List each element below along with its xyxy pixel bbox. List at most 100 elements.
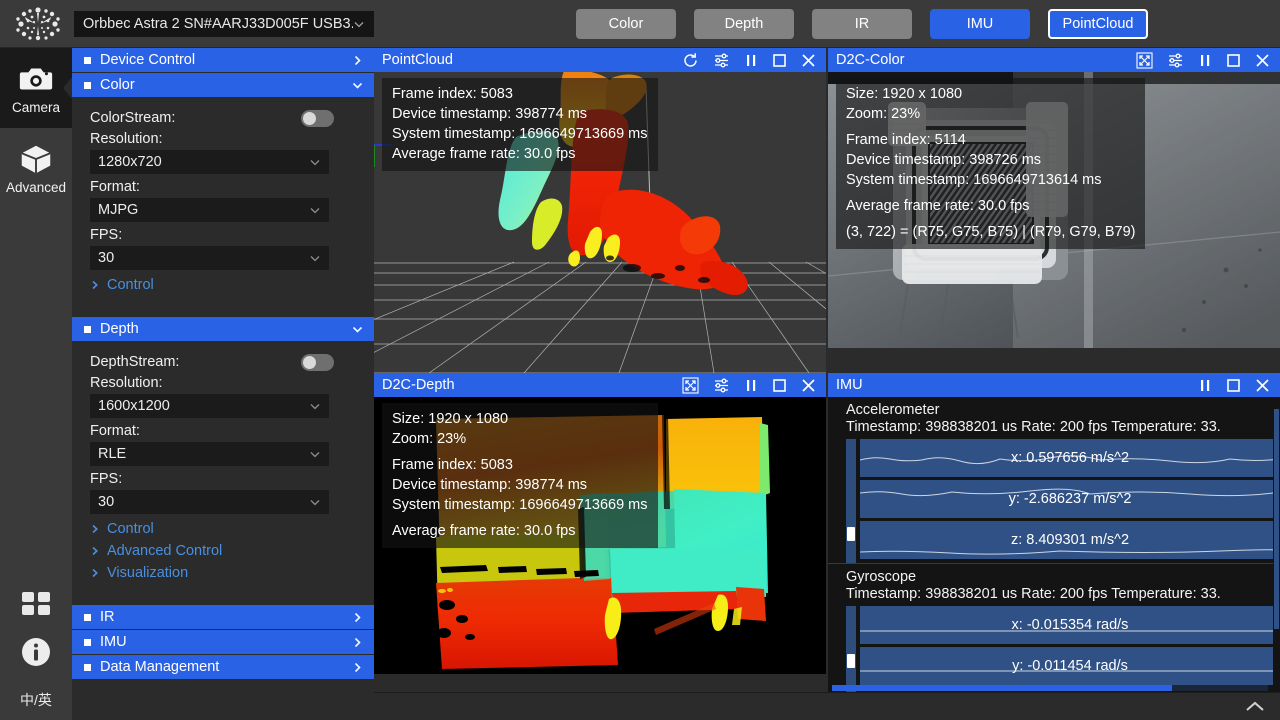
settings-sliders-icon[interactable] bbox=[1167, 52, 1184, 69]
cube-icon bbox=[17, 142, 55, 176]
depth-advanced-control-link[interactable]: Advanced Control bbox=[72, 540, 374, 562]
close-icon[interactable] bbox=[801, 378, 816, 393]
scrollbar-handle[interactable] bbox=[847, 527, 855, 541]
color-format-select[interactable]: MJPG bbox=[90, 198, 329, 222]
pause-icon[interactable] bbox=[1198, 378, 1212, 393]
close-icon[interactable] bbox=[1255, 378, 1270, 393]
close-icon[interactable] bbox=[801, 53, 816, 68]
section-data-management-label: Data Management bbox=[100, 659, 351, 675]
rail-item-camera[interactable]: Camera bbox=[0, 48, 72, 128]
depth-stream-toggle[interactable] bbox=[301, 354, 334, 371]
grid-apps-icon[interactable] bbox=[19, 588, 53, 618]
imu-accelerometer-title: Accelerometer bbox=[828, 402, 1280, 419]
section-ir-label: IR bbox=[100, 609, 351, 625]
device-selector-value: Orbbec Astra 2 SN#AARJ33D005F USB3.0 bbox=[83, 16, 353, 32]
section-color-body: ColorStream: Resolution: 1280x720 Format… bbox=[72, 98, 374, 306]
panel-d2c-color-title: D2C-Color bbox=[836, 52, 1136, 68]
maximize-icon[interactable] bbox=[1226, 378, 1241, 393]
imu-accel-y-label: y: -2.686237 m/s^2 bbox=[860, 491, 1280, 507]
stream-button-imu[interactable]: IMU bbox=[930, 9, 1030, 39]
section-depth-body: DepthStream: Resolution: 1600x1200 Forma… bbox=[72, 342, 374, 594]
panel-d2c-depth-body[interactable]: Size: 1920 x 1080 Zoom: 23% Frame index:… bbox=[374, 397, 826, 674]
panel-imu-icons bbox=[1198, 378, 1274, 393]
depth-format-value: RLE bbox=[98, 446, 309, 462]
imu-accelerometer-scrollbar[interactable] bbox=[846, 439, 856, 563]
imu-horizontal-scrollbar[interactable] bbox=[832, 685, 1268, 691]
depth-resolution-value: 1600x1200 bbox=[98, 398, 309, 414]
device-selector[interactable]: Orbbec Astra 2 SN#AARJ33D005F USB3.0 bbox=[74, 11, 374, 37]
imu-accel-z-label: z: 8.409301 m/s^2 bbox=[860, 532, 1280, 548]
maximize-icon[interactable] bbox=[772, 378, 787, 393]
stream-button-pointcloud[interactable]: PointCloud bbox=[1048, 9, 1148, 39]
imu-accelerometer-charts: x: 0.597656 m/s^2 y: -2.686237 m/s^2 z: … bbox=[846, 439, 1280, 563]
stream-button-depth[interactable]: Depth bbox=[694, 9, 794, 39]
imu-vertical-scrollbar[interactable] bbox=[1273, 397, 1280, 693]
depth-control-link[interactable]: Control bbox=[72, 518, 374, 540]
color-fps-value: 30 bbox=[98, 250, 309, 266]
section-device-control[interactable]: Device Control bbox=[72, 48, 374, 72]
color-control-link[interactable]: Control bbox=[72, 274, 374, 296]
rail-item-advanced[interactable]: Advanced bbox=[0, 128, 72, 208]
section-imu-label: IMU bbox=[100, 634, 351, 650]
section-color[interactable]: Color bbox=[72, 73, 374, 97]
color-stream-toggle[interactable] bbox=[301, 110, 334, 127]
panel-imu-body: Accelerometer Timestamp: 398838201 us Ra… bbox=[828, 397, 1280, 693]
depth-control-link-label: Control bbox=[107, 521, 154, 537]
close-icon[interactable] bbox=[1255, 53, 1270, 68]
imu-accelerometer-section: Accelerometer Timestamp: 398838201 us Ra… bbox=[828, 397, 1280, 563]
depth-format-label: Format: bbox=[72, 422, 374, 440]
panel-d2c-color-body[interactable]: Size: 1920 x 1080 Zoom: 23% Frame index:… bbox=[828, 72, 1280, 348]
depth-resolution-select[interactable]: 1600x1200 bbox=[90, 394, 329, 418]
chevron-up-icon[interactable] bbox=[1244, 700, 1266, 714]
color-format-value: MJPG bbox=[98, 202, 309, 218]
scrollbar-handle[interactable] bbox=[847, 654, 855, 668]
d2c-color-image bbox=[828, 72, 1280, 348]
bullet-square-icon bbox=[84, 639, 91, 646]
chevron-right-icon bbox=[351, 661, 364, 674]
color-resolution-value: 1280x720 bbox=[98, 154, 309, 170]
scrollbar-handle[interactable] bbox=[832, 685, 1172, 691]
panel-d2c-depth-icons bbox=[682, 377, 820, 394]
fit-screen-icon[interactable] bbox=[1136, 52, 1153, 69]
chevron-down-icon bbox=[309, 156, 321, 168]
refresh-icon[interactable] bbox=[682, 52, 699, 69]
depth-visualization-link[interactable]: Visualization bbox=[72, 562, 374, 584]
pointcloud-3d-scene[interactable] bbox=[374, 72, 826, 373]
pause-icon[interactable] bbox=[1198, 53, 1212, 68]
panel-pointcloud-body[interactable]: Frame index: 5083 Device timestamp: 3987… bbox=[374, 72, 826, 373]
section-ir[interactable]: IR bbox=[72, 605, 374, 629]
fit-screen-icon[interactable] bbox=[682, 377, 699, 394]
language-toggle[interactable]: 中/英 bbox=[20, 686, 52, 710]
color-resolution-select[interactable]: 1280x720 bbox=[90, 150, 329, 174]
panel-imu-title: IMU bbox=[836, 377, 1198, 393]
scrollbar-handle[interactable] bbox=[1274, 409, 1279, 629]
pause-icon[interactable] bbox=[744, 53, 758, 68]
section-data-management[interactable]: Data Management bbox=[72, 655, 374, 679]
chevron-down-icon bbox=[309, 252, 321, 264]
chevron-right-icon bbox=[90, 568, 100, 578]
chevron-down-icon bbox=[353, 18, 365, 30]
section-imu[interactable]: IMU bbox=[72, 630, 374, 654]
maximize-icon[interactable] bbox=[772, 53, 787, 68]
stream-button-ir[interactable]: IR bbox=[812, 9, 912, 39]
settings-sliders-icon[interactable] bbox=[713, 377, 730, 394]
imu-gyroscope-scrollbar[interactable] bbox=[846, 606, 856, 692]
chevron-right-icon bbox=[90, 280, 100, 290]
stream-button-color[interactable]: Color bbox=[576, 9, 676, 39]
section-depth[interactable]: Depth bbox=[72, 317, 374, 341]
rail-item-advanced-label: Advanced bbox=[6, 180, 66, 195]
chevron-down-icon bbox=[309, 204, 321, 216]
maximize-icon[interactable] bbox=[1226, 53, 1241, 68]
color-resolution-label: Resolution: bbox=[72, 130, 374, 148]
spacer bbox=[72, 594, 374, 605]
depth-fps-select[interactable]: 30 bbox=[90, 490, 329, 514]
depth-format-select[interactable]: RLE bbox=[90, 442, 329, 466]
imu-gyro-x-label: x: -0.015354 rad/s bbox=[860, 617, 1280, 633]
pause-icon[interactable] bbox=[744, 378, 758, 393]
depth-visualization-link-label: Visualization bbox=[107, 565, 188, 581]
settings-sliders-icon[interactable] bbox=[713, 52, 730, 69]
pointcloud-points bbox=[374, 72, 826, 373]
info-icon[interactable] bbox=[18, 634, 54, 670]
chevron-down-icon bbox=[351, 323, 364, 336]
color-fps-select[interactable]: 30 bbox=[90, 246, 329, 270]
